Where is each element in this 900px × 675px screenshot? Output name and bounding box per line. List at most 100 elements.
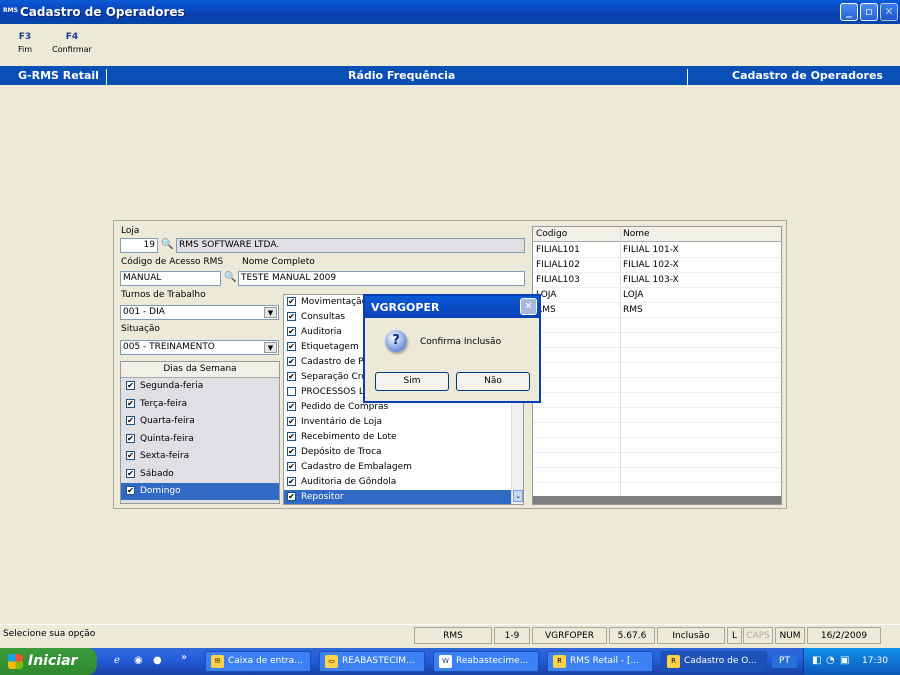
- processo-item[interactable]: ✔ Repositor: [284, 490, 511, 504]
- status-system: RMS: [414, 627, 492, 644]
- language-indicator[interactable]: PT: [772, 655, 797, 668]
- dia-label: Sábado: [140, 468, 174, 479]
- nome-field[interactable]: TESTE MANUAL 2009: [238, 271, 525, 286]
- checkbox[interactable]: ✔: [287, 402, 296, 411]
- table-row[interactable]: FILIAL101 FILIAL 101-X: [533, 243, 781, 258]
- checkbox[interactable]: ✔: [126, 381, 135, 390]
- chevron-down-icon[interactable]: ▼: [264, 307, 277, 318]
- dia-item[interactable]: ✔ Sexta-feira: [121, 448, 279, 465]
- dia-item[interactable]: ✔ Quarta-feira: [121, 413, 279, 430]
- chevron-down-icon[interactable]: ▼: [264, 342, 277, 353]
- checkbox[interactable]: ✔: [126, 486, 135, 495]
- binoculars-icon[interactable]: 🔍: [161, 239, 173, 250]
- loja-code-field[interactable]: 19: [120, 238, 158, 253]
- volume-icon[interactable]: ◔: [826, 655, 835, 666]
- dialog-title: VGRGOPER: [371, 301, 440, 314]
- checkbox[interactable]: ✔: [126, 416, 135, 425]
- minimize-button[interactable]: _: [840, 3, 858, 21]
- checkbox[interactable]: [287, 387, 296, 396]
- dialog-title-bar[interactable]: VGRGOPER ✕: [365, 296, 539, 318]
- checkbox[interactable]: ✔: [126, 468, 135, 478]
- table-row[interactable]: RMS RMS: [533, 303, 781, 318]
- quicklaunch-browser-icon[interactable]: ◉: [134, 655, 143, 666]
- checkbox[interactable]: ✔: [287, 447, 296, 456]
- checkbox[interactable]: ✔: [287, 462, 296, 471]
- filial-grid[interactable]: Codigo Nome FILIAL101 FILIAL 101-X FILIAL1…: [532, 226, 782, 505]
- quicklaunch-ie-icon[interactable]: ℯ: [114, 655, 120, 666]
- app-icon: RMS: [3, 7, 18, 14]
- header-right: Cadastro de Operadores: [732, 69, 883, 82]
- processo-label: Depósito de Troca: [301, 447, 382, 457]
- header-left: G-RMS Retail: [18, 69, 99, 82]
- checkbox[interactable]: ✔: [287, 432, 296, 441]
- chevron-down-icon[interactable]: ⌄: [513, 490, 523, 502]
- situacao-select[interactable]: 005 - TREINAMENTO ▼: [120, 340, 279, 355]
- dia-item[interactable]: ✔ Terça-feira: [121, 396, 279, 413]
- sim-button[interactable]: Sim: [375, 372, 449, 391]
- task-reabastecime-doc[interactable]: W Reabasteci­me...: [433, 651, 539, 672]
- checkbox[interactable]: ✔: [126, 451, 135, 460]
- turnos-value: 001 - DIA: [123, 307, 165, 317]
- processo-item[interactable]: ✔ Cadastro de Embalagem: [284, 460, 511, 475]
- status-program: VGRFOPER: [532, 627, 607, 644]
- checkbox[interactable]: ✔: [287, 312, 296, 321]
- situacao-value: 005 - TREINAMENTO: [123, 342, 215, 352]
- nao-button[interactable]: Não: [456, 372, 530, 391]
- status-num: NUM: [775, 627, 805, 644]
- task-cadastro-operadores[interactable]: R Cadastro de O...: [661, 651, 767, 672]
- checkbox[interactable]: ✔: [287, 492, 296, 501]
- dialog-close-button[interactable]: ✕: [520, 298, 537, 315]
- processo-item[interactable]: ✔ Depósito de Troca: [284, 445, 511, 460]
- tray-app-icon[interactable]: ▣: [840, 655, 849, 666]
- f3-fim-button[interactable]: F3 Fim: [12, 32, 38, 54]
- loja-label: Loja: [121, 226, 140, 236]
- task-rms-retail[interactable]: R RMS Retail - [...: [547, 651, 653, 672]
- processo-item[interactable]: ✔ Auditoria de Gôndola: [284, 475, 511, 490]
- checkbox[interactable]: ✔: [287, 372, 296, 381]
- dia-item[interactable]: ✔ Domingo: [121, 483, 279, 500]
- cell-nome: FILIAL 103-X: [623, 275, 679, 285]
- dia-label: Terça-feira: [140, 398, 188, 409]
- task-label: REABASTECIM...: [342, 656, 415, 666]
- confirm-dialog: VGRGOPER ✕ ? Confirma Inclusão Sim Não: [363, 294, 541, 403]
- status-message: Selecione sua opção: [3, 629, 96, 639]
- quicklaunch-more-icon[interactable]: »: [181, 652, 187, 663]
- rms-icon: R: [667, 655, 680, 668]
- turnos-select[interactable]: 001 - DIA ▼: [120, 305, 279, 320]
- empty-row: [533, 438, 781, 453]
- windows-logo-icon: [8, 654, 23, 669]
- start-button[interactable]: Iniciar: [0, 648, 97, 675]
- close-button[interactable]: ✕: [880, 3, 898, 21]
- task-reabastecim-folder[interactable]: ▭ REABASTECIM...: [319, 651, 425, 672]
- table-row[interactable]: LOJA LOJA: [533, 288, 781, 303]
- status-range: 1-9: [494, 627, 530, 644]
- table-row[interactable]: FILIAL103 FILIAL 103-X: [533, 273, 781, 288]
- processo-label: PROCESSOS L: [301, 387, 364, 397]
- dia-item[interactable]: ✔ Quinta-feira: [121, 431, 279, 448]
- checkbox[interactable]: ✔: [126, 433, 135, 443]
- dia-item[interactable]: ✔ Segunda-feria: [121, 378, 279, 395]
- table-row[interactable]: FILIAL102 FILIAL 102-X: [533, 258, 781, 273]
- task-caixa-entrada[interactable]: ✉ Caixa de entra...: [205, 651, 311, 672]
- f4-confirmar-button[interactable]: F4 Confirmar: [49, 32, 95, 54]
- processo-label: Pedido de Compras: [301, 402, 389, 412]
- checkbox[interactable]: ✔: [287, 477, 296, 486]
- checkbox[interactable]: ✔: [287, 417, 296, 426]
- processo-item[interactable]: ✔ Inventário de Loja: [284, 415, 511, 430]
- status-caps: CAPS: [743, 627, 773, 644]
- dia-label: Quinta-feira: [140, 433, 194, 444]
- dia-item[interactable]: ✔ Sábado: [121, 466, 279, 483]
- title-bar[interactable]: RMS Cadastro de Operadores _ ▫ ✕: [0, 0, 900, 24]
- network-icon[interactable]: ◧: [812, 655, 821, 666]
- checkbox[interactable]: ✔: [287, 297, 296, 306]
- codigo-field[interactable]: MANUAL: [120, 271, 221, 286]
- checkbox[interactable]: ✔: [287, 327, 296, 336]
- processo-label: Cadastro de Embalagem: [301, 462, 412, 472]
- quicklaunch-media-icon[interactable]: ●: [153, 655, 162, 666]
- binoculars-icon[interactable]: 🔍: [224, 272, 236, 283]
- maximize-button[interactable]: ▫: [860, 3, 878, 21]
- checkbox[interactable]: ✔: [126, 398, 135, 408]
- processo-item[interactable]: ✔ Recebimento de Lote: [284, 430, 511, 445]
- checkbox[interactable]: ✔: [287, 342, 296, 351]
- checkbox[interactable]: ✔: [287, 357, 296, 366]
